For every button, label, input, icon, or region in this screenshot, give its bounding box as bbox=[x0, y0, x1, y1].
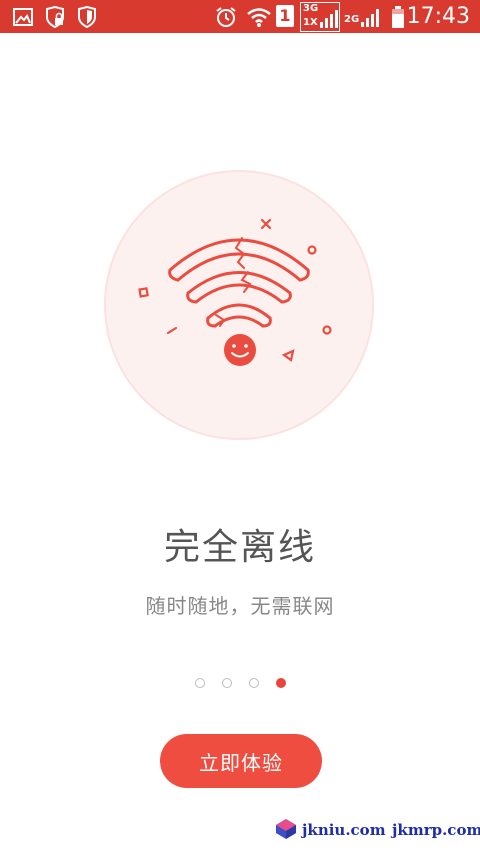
signal-icon bbox=[320, 10, 338, 28]
page-dot-4-active[interactable] bbox=[276, 678, 286, 688]
onboarding-title: 完全离线 bbox=[163, 527, 316, 568]
network-1x-text: 1X bbox=[303, 17, 318, 28]
status-bar: 1 3G 1X 2G 17:43 bbox=[0, 0, 480, 33]
page-dot-3[interactable] bbox=[249, 678, 259, 688]
page-dot-1[interactable] bbox=[195, 678, 205, 688]
page-indicator bbox=[195, 678, 295, 690]
offline-illustration bbox=[104, 170, 374, 440]
sim-slot-label: 1 bbox=[279, 6, 291, 25]
network-secondary-label: 2G bbox=[344, 14, 360, 25]
watermark: jkniu.com jkmrp.com bbox=[274, 815, 480, 843]
network-3g-text: 3G bbox=[303, 3, 319, 14]
status-time: 17:43 bbox=[406, 4, 470, 29]
alarm-icon bbox=[216, 7, 236, 27]
shield-lock-icon bbox=[46, 6, 64, 28]
watermark-text-b: jkmrp.com bbox=[392, 821, 480, 839]
onboarding-subtitle: 随时随地，无需联网 bbox=[145, 594, 335, 618]
battery-icon bbox=[392, 6, 404, 28]
image-icon bbox=[13, 8, 33, 26]
page-dot-2[interactable] bbox=[222, 678, 232, 688]
shield-icon bbox=[78, 6, 96, 28]
watermark-logo-icon bbox=[276, 819, 296, 839]
try-now-button[interactable]: 立即体验 bbox=[160, 734, 322, 788]
signal-secondary-icon bbox=[361, 9, 379, 27]
wifi-icon bbox=[247, 8, 271, 27]
network-primary-label: 3G 1X bbox=[300, 2, 340, 32]
watermark-text-a: jkniu.com bbox=[302, 821, 386, 839]
smiley-icon bbox=[224, 334, 256, 366]
sim-icon: 1 bbox=[276, 5, 294, 27]
